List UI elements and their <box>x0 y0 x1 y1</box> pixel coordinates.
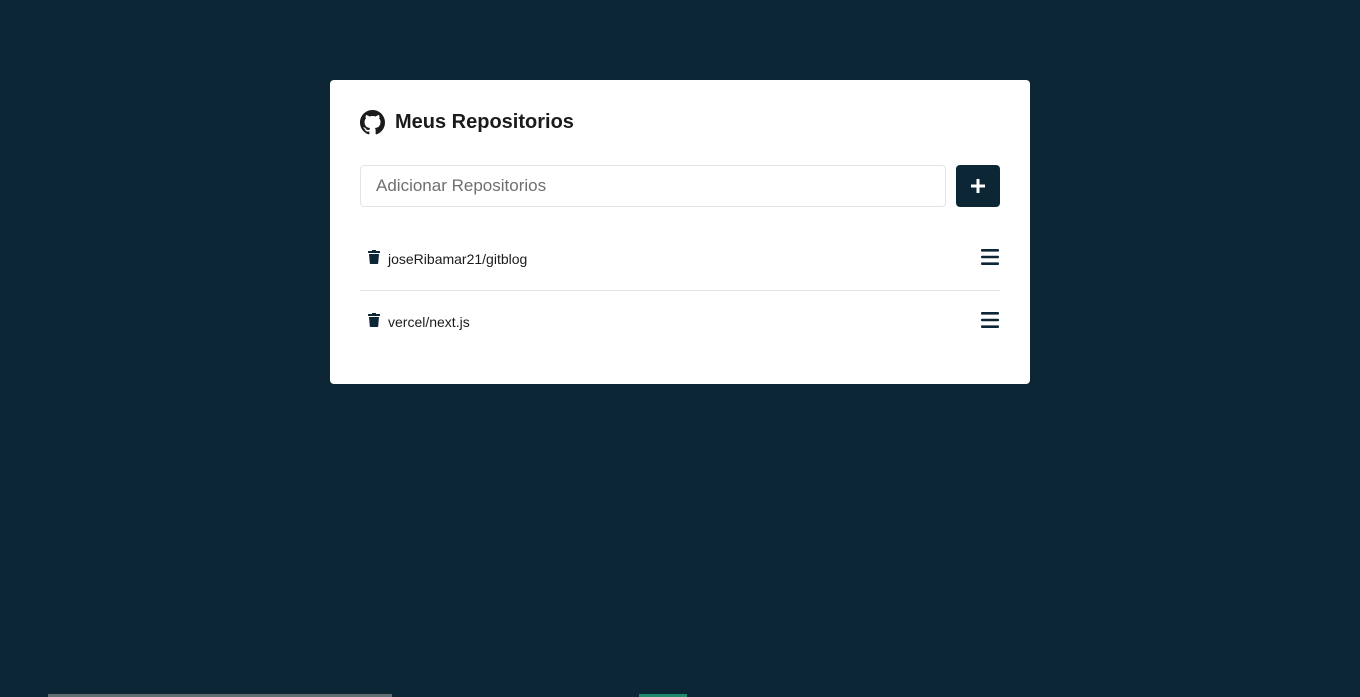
repository-name: vercel/next.js <box>388 314 470 330</box>
add-repository-button[interactable] <box>956 165 1000 207</box>
repository-input[interactable] <box>360 165 946 207</box>
repositories-card: Meus Repositorios Adicionar Repositorios… <box>330 80 1030 384</box>
trash-icon[interactable] <box>368 313 380 327</box>
plus-icon <box>971 179 985 193</box>
add-repository-form <box>360 165 1000 207</box>
list-item: vercel/next.js <box>360 290 1000 353</box>
repository-list: joseRibamar21/gitblog vercel/next.js <box>360 227 1000 353</box>
trash-icon[interactable] <box>368 249 380 264</box>
menu-icon[interactable] <box>980 311 1000 329</box>
card-header: Meus Repositorios <box>360 109 1000 135</box>
repository-name: joseRibamar21/gitblog <box>388 250 528 267</box>
list-item: joseRibamar21/gitblog <box>360 227 1000 290</box>
github-icon <box>360 109 385 135</box>
page-title: Meus Repositorios <box>395 110 574 133</box>
menu-icon[interactable] <box>980 248 1000 266</box>
